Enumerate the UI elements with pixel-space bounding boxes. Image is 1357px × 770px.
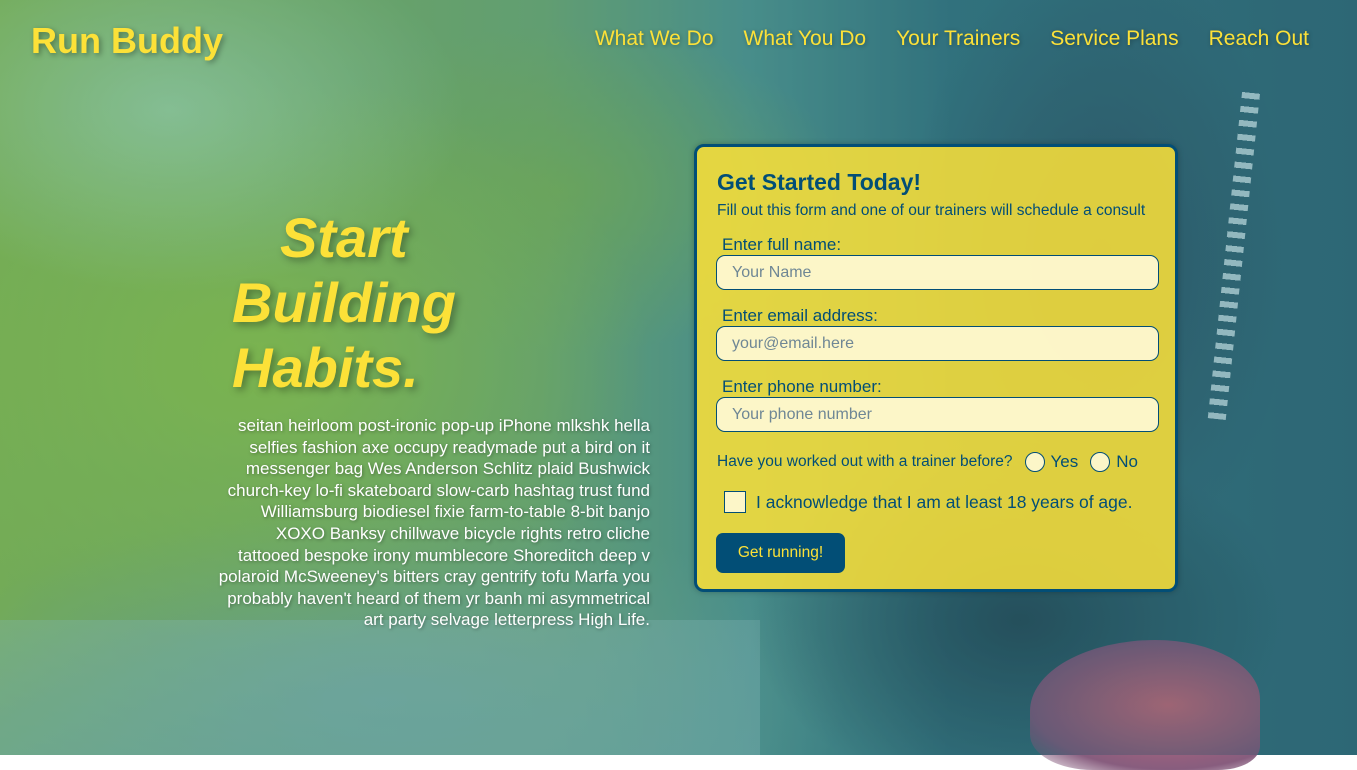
- name-input[interactable]: [716, 255, 1159, 290]
- nav-link-your-trainers[interactable]: Your Trainers: [896, 27, 1020, 51]
- phone-input[interactable]: [716, 397, 1159, 432]
- site-logo[interactable]: Run Buddy: [31, 20, 223, 62]
- phone-label: Enter phone number:: [722, 377, 882, 396]
- hero-heading-line: Habits.: [232, 336, 419, 399]
- hero-heading-line: Building: [232, 271, 456, 334]
- form-subtitle: Fill out this form and one of our traine…: [717, 202, 1146, 219]
- site-header: Run Buddy What We Do What You Do Your Tr…: [0, 0, 1357, 80]
- signup-form-card: Get Started Today! Fill out this form an…: [694, 144, 1178, 592]
- main-nav: What We Do What You Do Your Trainers Ser…: [595, 27, 1309, 51]
- nav-link-what-we-do[interactable]: What We Do: [595, 27, 714, 51]
- form-title: Get Started Today!: [717, 169, 922, 195]
- age-checkbox[interactable]: [724, 491, 746, 513]
- nav-link-reach-out[interactable]: Reach Out: [1209, 27, 1309, 51]
- age-acknowledgement: I acknowledge that I am at least 18 year…: [724, 491, 1132, 513]
- submit-button[interactable]: Get running!: [716, 533, 845, 573]
- email-input[interactable]: [716, 326, 1159, 361]
- trainer-question: Have you worked out with a trainer befor…: [717, 452, 1138, 472]
- age-checkbox-label[interactable]: I acknowledge that I am at least 18 year…: [756, 492, 1132, 513]
- radio-no-label[interactable]: No: [1116, 452, 1138, 472]
- nav-link-what-you-do[interactable]: What You Do: [744, 27, 867, 51]
- email-label: Enter email address:: [722, 306, 878, 325]
- radio-yes[interactable]: [1024, 452, 1045, 472]
- trainer-question-text: Have you worked out with a trainer befor…: [717, 453, 1013, 470]
- hero-heading: Start Building Habits.: [232, 205, 492, 400]
- name-label: Enter full name:: [722, 235, 842, 254]
- hero-heading-line: Start: [280, 206, 408, 269]
- hero-paragraph: seitan heirloom post-ironic pop-up iPhon…: [218, 416, 650, 630]
- nav-link-service-plans[interactable]: Service Plans: [1050, 27, 1178, 51]
- radio-yes-label[interactable]: Yes: [1051, 452, 1079, 472]
- radio-no[interactable]: [1090, 452, 1111, 472]
